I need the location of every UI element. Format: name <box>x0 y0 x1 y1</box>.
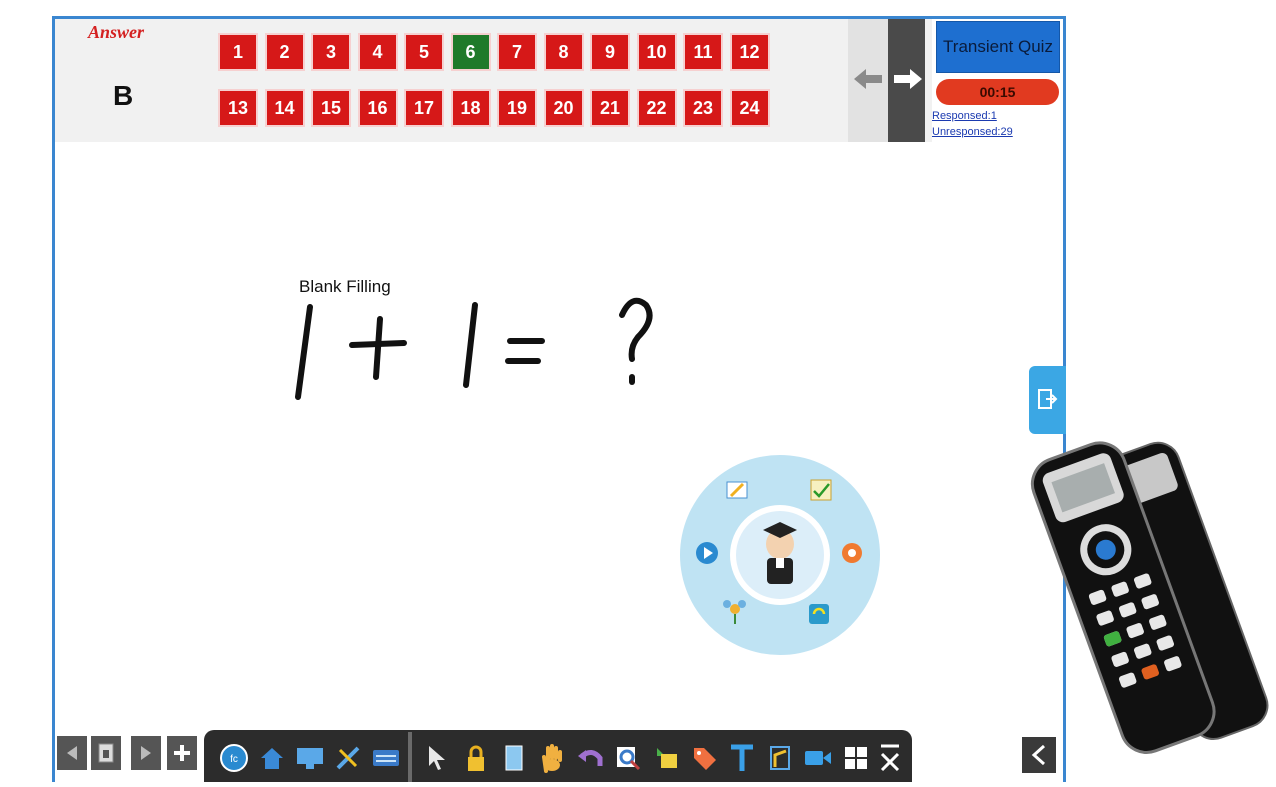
undo-tool[interactable] <box>574 740 606 776</box>
main-toolbar: fc <box>204 730 912 782</box>
question-button-7[interactable]: 7 <box>497 33 537 71</box>
shapes-tool[interactable] <box>650 740 682 776</box>
shapes-icon <box>657 748 677 768</box>
question-button-13[interactable]: 13 <box>218 89 258 127</box>
keyboard-button[interactable] <box>370 740 402 776</box>
next-page-button[interactable] <box>131 736 161 770</box>
question-button-22[interactable]: 22 <box>636 89 677 127</box>
screen-button[interactable] <box>294 740 326 776</box>
clicker-remote-image <box>1030 441 1269 754</box>
question-button-6[interactable]: 6 <box>450 33 491 71</box>
play-icon[interactable] <box>696 542 718 564</box>
select-arrow-icon <box>429 746 445 770</box>
board-tool[interactable] <box>498 740 530 776</box>
text-tool[interactable] <box>726 740 758 776</box>
question-button-17[interactable]: 17 <box>404 89 444 127</box>
answer-label: Answer <box>88 22 145 42</box>
board-icon <box>505 745 523 771</box>
toolbar-divider <box>408 732 412 782</box>
answer-panel <box>55 19 932 142</box>
camera-doc-tool[interactable] <box>764 740 796 776</box>
home-button[interactable] <box>256 740 288 776</box>
quiz-timer: 00:15 <box>936 79 1059 105</box>
question-button-2[interactable]: 2 <box>264 33 305 71</box>
question-button-10[interactable]: 10 <box>636 33 677 71</box>
question-button-24[interactable]: 24 <box>729 89 770 127</box>
home-icon <box>261 748 283 769</box>
question-button-4[interactable]: 4 <box>357 33 398 71</box>
hand-tool[interactable] <box>536 740 568 776</box>
question-button-3[interactable]: 3 <box>311 33 351 71</box>
keyboard-icon <box>373 750 399 766</box>
question-button-14[interactable]: 14 <box>264 89 305 127</box>
camera-doc-icon <box>770 746 790 770</box>
hand-icon <box>542 744 562 773</box>
grid-tool[interactable] <box>840 740 872 776</box>
next-question-button[interactable] <box>888 19 925 142</box>
svg-text:fc: fc <box>230 754 238 765</box>
video-tool[interactable] <box>802 740 834 776</box>
tag-tool[interactable] <box>688 740 720 776</box>
close-icon <box>880 744 900 772</box>
prev-page-button[interactable] <box>57 736 87 770</box>
responsed-link[interactable]: Responsed:1 <box>932 110 997 122</box>
handwritten-equation <box>295 297 653 400</box>
unresponsed-link[interactable]: Unresponsed:29 <box>932 126 1013 138</box>
question-button-16[interactable]: 16 <box>357 89 398 127</box>
add-page-icon <box>174 745 190 761</box>
checklist-icon[interactable] <box>810 479 832 501</box>
text-icon <box>731 744 753 771</box>
question-button-19[interactable]: 19 <box>497 89 537 127</box>
tools-button[interactable] <box>332 740 364 776</box>
question-button-1[interactable]: 1 <box>218 33 258 71</box>
page-number-button[interactable] <box>91 736 121 770</box>
add-page-button[interactable] <box>167 736 197 770</box>
tag-icon <box>694 748 716 770</box>
next-page-icon <box>141 746 151 760</box>
lock-icon <box>468 745 484 771</box>
grid-icon <box>845 747 867 769</box>
question-button-15[interactable]: 15 <box>311 89 351 127</box>
prev-page-icon <box>67 746 77 760</box>
app-logo-button[interactable]: fc <box>218 740 250 776</box>
quiz-wheel-menu <box>680 455 880 655</box>
video-icon <box>805 751 831 765</box>
zoom-tool[interactable] <box>612 740 644 776</box>
question-button-18[interactable]: 18 <box>450 89 491 127</box>
page-icon <box>98 743 114 763</box>
close-toolbar-button[interactable] <box>874 740 906 776</box>
undo-icon <box>578 750 603 766</box>
question-button-11[interactable]: 11 <box>683 33 723 71</box>
prev-question-button[interactable] <box>848 19 888 142</box>
arrow-left-icon <box>854 69 882 89</box>
refresh-icon[interactable] <box>809 604 829 624</box>
question-button-5[interactable]: 5 <box>404 33 444 71</box>
question-button-9[interactable]: 9 <box>590 33 630 71</box>
edit-pencil-icon[interactable] <box>726 481 748 499</box>
app-logo-icon: fc <box>220 744 248 772</box>
question-button-8[interactable]: 8 <box>543 33 584 71</box>
question-button-23[interactable]: 23 <box>683 89 723 127</box>
record-icon[interactable] <box>842 543 862 563</box>
transient-quiz-button[interactable]: Transient Quiz <box>936 21 1060 73</box>
document-arrow-icon <box>1037 389 1057 409</box>
arrow-right-icon <box>894 69 922 89</box>
tools-icon <box>336 746 360 770</box>
select-tool[interactable] <box>422 740 454 776</box>
side-panel-tab[interactable] <box>1029 366 1066 434</box>
question-button-12[interactable]: 12 <box>729 33 770 71</box>
lock-tool[interactable] <box>460 740 492 776</box>
question-button-20[interactable]: 20 <box>543 89 584 127</box>
screen-icon <box>297 748 323 769</box>
question-button-21[interactable]: 21 <box>590 89 630 127</box>
answer-value: B <box>113 80 134 111</box>
zoom-icon <box>617 747 641 771</box>
